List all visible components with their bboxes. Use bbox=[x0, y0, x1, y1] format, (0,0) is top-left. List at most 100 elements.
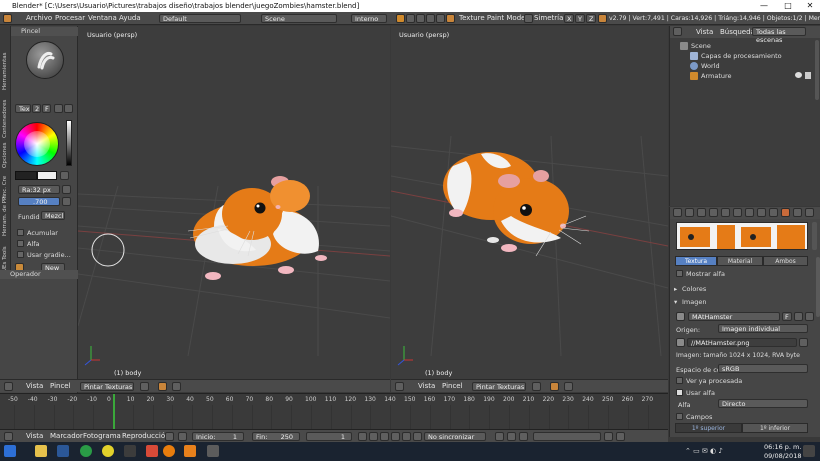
show-alpha-checkbox[interactable] bbox=[676, 270, 683, 277]
radius-pressure-icon[interactable] bbox=[62, 185, 71, 194]
menu-vista-left[interactable]: Vista bbox=[26, 382, 43, 390]
menu-pincel-left[interactable]: Pincel bbox=[50, 382, 71, 390]
tree-armature[interactable]: Armature bbox=[701, 72, 732, 80]
tex-fake-user[interactable]: F bbox=[42, 104, 51, 113]
brush-preview-icon[interactable] bbox=[26, 41, 64, 79]
brush-icon[interactable] bbox=[416, 14, 425, 23]
app2-icon[interactable] bbox=[207, 445, 219, 457]
secondary-color[interactable] bbox=[37, 171, 57, 180]
outliner-tab-vista[interactable]: Vista bbox=[696, 28, 713, 36]
menu-vista-right[interactable]: Vista bbox=[418, 382, 435, 390]
folder-icon[interactable] bbox=[799, 338, 808, 347]
tab-textura[interactable]: Textura bbox=[675, 256, 717, 266]
jump-end-icon[interactable] bbox=[413, 432, 422, 441]
layout-select[interactable]: Default bbox=[159, 14, 241, 23]
sym-z[interactable]: Z bbox=[586, 14, 596, 23]
outliner-display-select[interactable]: Todas las escenas bbox=[752, 27, 806, 44]
props-data-icon[interactable] bbox=[757, 208, 766, 217]
menu-fotograma[interactable]: Fotograma bbox=[83, 432, 121, 440]
colors-panel[interactable]: Colores bbox=[682, 285, 706, 293]
tree-world[interactable]: World bbox=[701, 62, 720, 70]
props-render-icon[interactable] bbox=[673, 208, 682, 217]
file-explorer-icon[interactable] bbox=[35, 445, 47, 457]
key-icon[interactable] bbox=[519, 432, 528, 441]
strength-pressure-icon[interactable] bbox=[62, 197, 71, 206]
app-icon[interactable] bbox=[146, 445, 158, 457]
editor-3d-icon[interactable] bbox=[4, 382, 13, 391]
tab-contenedores[interactable]: Contenedores bbox=[2, 100, 8, 138]
menu-pincel-right[interactable]: Pincel bbox=[442, 382, 463, 390]
menu-ayuda[interactable]: Ayuda bbox=[119, 14, 141, 22]
blender-taskbar-icon[interactable] bbox=[163, 445, 175, 457]
image-open-icon[interactable] bbox=[794, 312, 803, 321]
jump-start-icon[interactable] bbox=[358, 432, 367, 441]
menu-vista-timeline[interactable]: Vista bbox=[26, 432, 43, 440]
minimize-button[interactable]: — bbox=[752, 0, 776, 12]
menu-archivo[interactable]: Archivo bbox=[26, 14, 52, 22]
field-upper-button[interactable]: 1º superior bbox=[675, 423, 742, 433]
tree-scene[interactable]: Scene bbox=[691, 42, 711, 50]
menu-procesar[interactable]: Procesar bbox=[55, 14, 85, 22]
preview-range-icon[interactable] bbox=[165, 432, 174, 441]
image-fake-user[interactable]: F bbox=[782, 312, 792, 321]
texture-paint-icon[interactable] bbox=[446, 14, 455, 23]
image-panel[interactable]: Imagen bbox=[682, 298, 706, 306]
props-object-icon[interactable] bbox=[721, 208, 730, 217]
current-frame-field[interactable]: 1 bbox=[306, 432, 352, 441]
texture-icon[interactable] bbox=[426, 14, 435, 23]
image-name-field[interactable]: MAtHamster bbox=[688, 312, 780, 321]
chrome-icon[interactable] bbox=[80, 445, 92, 457]
panel-pincel-header[interactable]: Pincel bbox=[11, 27, 78, 36]
notifications-icon[interactable] bbox=[803, 445, 815, 457]
close-button[interactable]: ✕ bbox=[798, 0, 820, 12]
play-icon[interactable] bbox=[391, 432, 400, 441]
tex-users[interactable]: 2 bbox=[32, 104, 41, 113]
blend-select[interactable]: Mezcl bbox=[41, 211, 65, 220]
vlc-icon[interactable] bbox=[184, 445, 196, 457]
start-frame-field[interactable]: Inicio: 1 bbox=[192, 432, 244, 441]
layers-icon-left[interactable] bbox=[172, 382, 181, 391]
colors-expand-icon[interactable]: ▸ bbox=[674, 285, 677, 293]
strength-field[interactable]: .700 bbox=[18, 197, 60, 206]
cursor-icon[interactable] bbox=[805, 72, 811, 79]
alpha-checkbox[interactable] bbox=[17, 240, 24, 247]
props-modifier-icon[interactable] bbox=[745, 208, 754, 217]
windows-start-icon[interactable] bbox=[4, 445, 16, 457]
tab-ambos[interactable]: Ambos bbox=[763, 256, 808, 266]
mode-icon[interactable] bbox=[396, 14, 405, 23]
field-lower-button[interactable]: 1º inferior bbox=[742, 423, 808, 433]
tex-label[interactable]: Tex bbox=[15, 104, 31, 113]
view-icon[interactable] bbox=[406, 14, 415, 23]
eye-icon[interactable] bbox=[795, 72, 802, 78]
sync-select[interactable]: No sincronizar bbox=[424, 432, 486, 441]
outliner-editor-icon[interactable] bbox=[673, 27, 682, 36]
props-constraint-icon[interactable] bbox=[733, 208, 742, 217]
swap-colors-icon[interactable] bbox=[60, 171, 69, 180]
operator-header[interactable]: Operador bbox=[0, 270, 78, 279]
viewport-left[interactable]: Usuario (persp) (1) body bbox=[78, 26, 390, 379]
color-wheel[interactable] bbox=[15, 122, 59, 166]
accumulate-checkbox[interactable] bbox=[17, 229, 24, 236]
primary-color[interactable] bbox=[15, 171, 37, 180]
alpha-mode-select[interactable]: Directo bbox=[718, 399, 808, 408]
tree-render-layers[interactable]: Capas de procesamiento bbox=[701, 52, 782, 60]
tab-herram-pintar[interactable]: Herram. de Pin bbox=[2, 195, 8, 236]
image-close-icon[interactable] bbox=[805, 312, 814, 321]
tab-opciones[interactable]: Opciones bbox=[2, 143, 8, 168]
lock-icon[interactable] bbox=[178, 432, 187, 441]
tab-herramientas[interactable]: Herramientas bbox=[2, 53, 8, 90]
viewport-right[interactable]: Usuario (persp) (1) body bbox=[391, 26, 668, 379]
menu-ventana[interactable]: Ventana bbox=[88, 14, 117, 22]
word-icon[interactable] bbox=[57, 445, 69, 457]
image-expand-icon[interactable]: ▾ bbox=[674, 298, 677, 306]
editor-type-icon[interactable] bbox=[3, 14, 12, 23]
delete-key-icon[interactable] bbox=[616, 432, 625, 441]
sym-y[interactable]: Y bbox=[575, 14, 585, 23]
chrome-canary-icon[interactable] bbox=[102, 445, 114, 457]
keyingset-icon[interactable] bbox=[507, 432, 516, 441]
blender-icon-left[interactable] bbox=[158, 382, 167, 391]
fields-checkbox[interactable] bbox=[676, 413, 683, 420]
timeline-editor-icon[interactable] bbox=[4, 432, 13, 441]
outliner-scrollbar[interactable] bbox=[815, 40, 819, 100]
record-icon[interactable] bbox=[495, 432, 504, 441]
